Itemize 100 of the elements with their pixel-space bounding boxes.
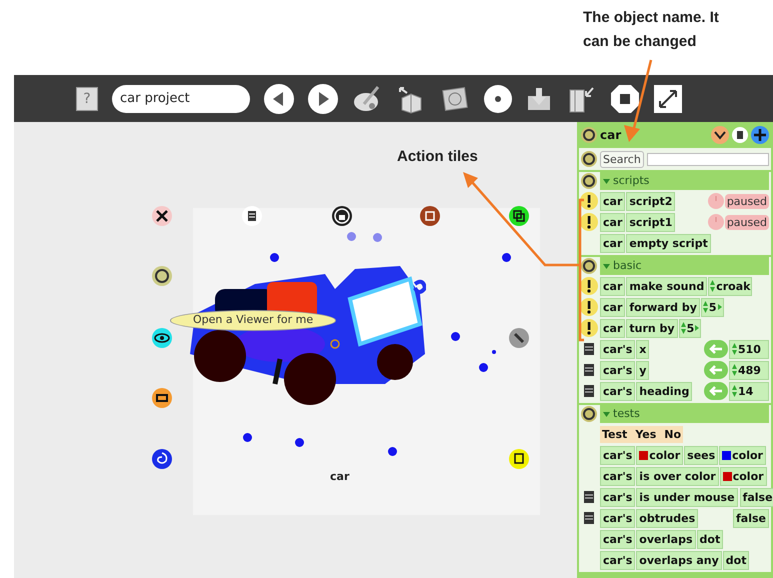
value-tile[interactable]: false — [733, 508, 769, 528]
paint-palette-icon[interactable] — [352, 84, 382, 114]
color-tile[interactable]: color — [720, 466, 767, 486]
eye-icon[interactable] — [152, 328, 172, 348]
status-badge[interactable]: paused — [724, 194, 769, 208]
tile[interactable]: car's — [600, 360, 636, 380]
test-label: Yes — [635, 426, 656, 442]
grab-icon[interactable] — [332, 206, 352, 226]
test-label: No — [664, 426, 682, 442]
tile[interactable]: make sound — [626, 276, 708, 296]
tile[interactable]: car — [600, 234, 626, 252]
stop-icon[interactable] — [610, 84, 640, 114]
tile[interactable]: forward by — [626, 298, 700, 316]
ring-icon[interactable] — [152, 266, 172, 286]
tile[interactable]: car's — [600, 508, 636, 528]
tile[interactable]: y — [636, 360, 650, 380]
tile[interactable]: heading — [636, 382, 692, 400]
ring-icon[interactable] — [581, 258, 597, 274]
tile[interactable]: car — [600, 276, 626, 296]
value-tile[interactable]: 510 — [729, 340, 769, 358]
exclamation-icon[interactable] — [580, 213, 598, 231]
color-swatch[interactable] — [722, 450, 732, 460]
close-icon[interactable] — [152, 206, 172, 226]
exclamation-icon[interactable] — [580, 319, 598, 337]
menu-icon[interactable] — [242, 206, 262, 226]
tile-label: color — [732, 448, 763, 464]
tile[interactable]: dot — [696, 530, 724, 548]
tile[interactable]: car — [600, 192, 626, 210]
color-swatch[interactable] — [722, 472, 732, 480]
collapse-icon[interactable] — [420, 206, 440, 226]
tile[interactable]: car's — [600, 340, 636, 358]
value-tile[interactable]: false — [740, 488, 773, 506]
forward-icon[interactable] — [308, 84, 338, 114]
value-tile[interactable]: 489 — [729, 360, 769, 380]
tile[interactable]: car's — [600, 488, 636, 506]
category-header[interactable]: tests — [600, 405, 769, 423]
back-icon[interactable] — [264, 84, 294, 114]
tile[interactable]: empty script — [626, 234, 711, 252]
watcher-icon[interactable] — [582, 362, 596, 378]
tile[interactable]: car's — [600, 466, 636, 486]
tile[interactable]: car's — [600, 382, 636, 400]
watcher-icon[interactable] — [582, 341, 596, 357]
search-button[interactable]: Search — [600, 150, 644, 168]
annotation-text: The object name. It can be changed — [583, 8, 720, 52]
status-badge[interactable]: paused — [724, 214, 769, 230]
color-swatch[interactable] — [639, 450, 648, 460]
search-field[interactable] — [646, 152, 769, 166]
value-tile[interactable]: 14 — [729, 382, 769, 400]
tile[interactable]: overlaps any — [636, 550, 722, 570]
ring-icon[interactable] — [581, 406, 597, 422]
tile[interactable]: obtrudes — [636, 508, 698, 528]
ring-icon[interactable] — [581, 173, 597, 189]
dot-icon — [372, 232, 382, 242]
category-header[interactable]: basic — [600, 257, 769, 275]
project-name-field[interactable]: car project — [112, 84, 250, 112]
duplicate-icon[interactable] — [509, 206, 529, 226]
menu-icon[interactable] — [732, 127, 748, 143]
download-icon[interactable] — [526, 86, 552, 112]
tile[interactable]: car — [600, 318, 626, 338]
argument-value: 5 — [708, 300, 717, 316]
color-tile[interactable]: color — [636, 446, 684, 464]
tile[interactable]: is over color — [636, 466, 719, 486]
tile[interactable]: is under mouse — [636, 488, 738, 506]
watcher-icon[interactable] — [582, 510, 596, 526]
triangle-down-icon[interactable] — [603, 178, 610, 184]
object-name[interactable]: car — [600, 126, 622, 144]
tile[interactable]: car's — [600, 446, 636, 464]
tile[interactable]: script1 — [626, 212, 676, 232]
tile[interactable]: overlaps — [636, 530, 696, 548]
record-icon[interactable] — [484, 84, 512, 112]
color-tile[interactable]: color — [719, 446, 766, 464]
ring-icon[interactable] — [581, 127, 597, 143]
exclamation-icon[interactable] — [580, 277, 598, 295]
tile[interactable]: turn by — [626, 318, 678, 338]
fullscreen-icon[interactable] — [654, 84, 682, 112]
argument-tile[interactable]: croak — [708, 276, 752, 296]
plus-icon[interactable] — [751, 126, 769, 144]
tile[interactable]: x — [636, 340, 650, 358]
tile[interactable]: script2 — [626, 192, 676, 210]
dot-icon — [478, 362, 488, 372]
chevron-icon[interactable] — [711, 126, 729, 144]
tile[interactable]: car — [600, 212, 626, 232]
exclamation-icon[interactable] — [580, 298, 598, 316]
tile[interactable]: dot — [722, 550, 750, 570]
value-text: 510 — [738, 342, 761, 358]
watcher-icon[interactable] — [582, 383, 596, 399]
tile[interactable]: car's — [600, 530, 636, 548]
argument-value: 5 — [686, 320, 694, 336]
watcher-icon[interactable] — [582, 489, 596, 505]
spiral-icon[interactable] — [152, 449, 172, 469]
triangle-down-icon[interactable] — [603, 262, 610, 270]
ring-icon[interactable] — [581, 151, 597, 167]
exclamation-icon[interactable] — [580, 192, 598, 210]
annotation-text: Action tiles — [397, 147, 478, 167]
tile-label: color — [649, 448, 680, 464]
triangle-down-icon[interactable] — [603, 410, 610, 418]
tile[interactable]: car — [600, 298, 626, 316]
tile[interactable]: car's — [600, 550, 636, 570]
category-header[interactable]: scripts — [600, 172, 769, 190]
tile[interactable]: sees — [684, 446, 718, 464]
